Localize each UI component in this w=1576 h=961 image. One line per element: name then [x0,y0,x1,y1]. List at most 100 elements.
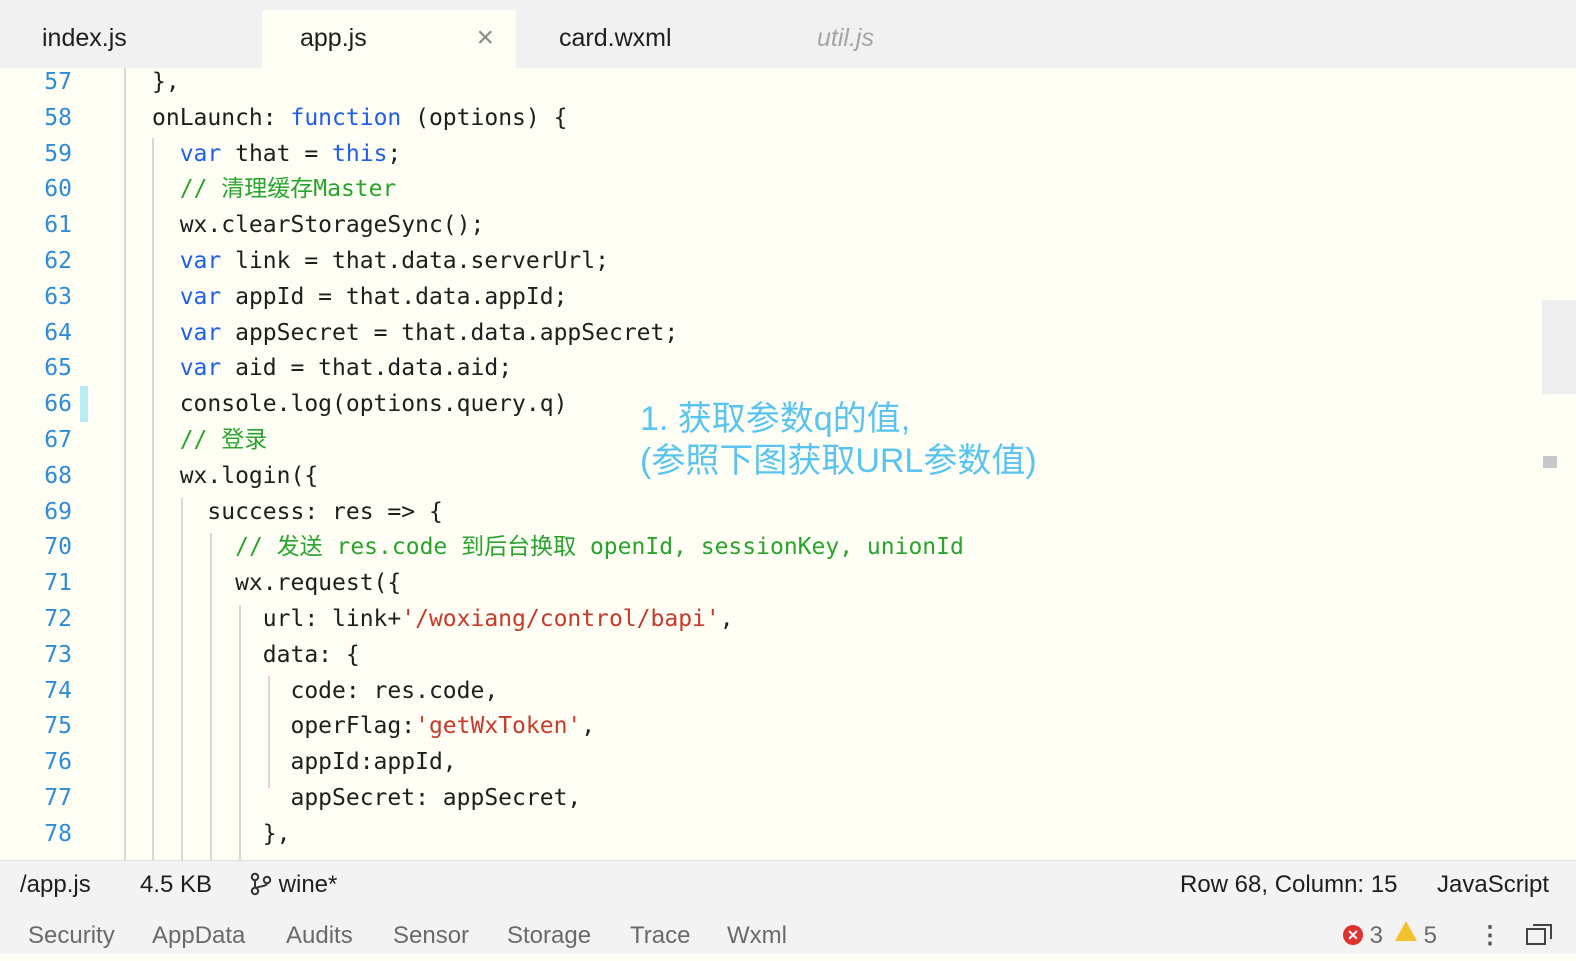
file-path[interactable]: /app.js [20,861,91,909]
code-line[interactable]: 76 appId:appId, [0,744,1540,780]
code-text: wx.login({ [152,458,318,494]
code-token: var [179,355,222,382]
line-number[interactable]: 59 [0,136,72,172]
code-line[interactable]: 58 onLaunch: function (options) { [0,100,1540,136]
error-count-value: 3 [1369,922,1384,949]
tab-util-js[interactable]: util.js [817,10,1017,68]
code-text: url: link+'/woxiang/control/bapi', [152,601,734,637]
cursor-position[interactable]: Row 68, Column: 15 [1180,861,1397,909]
line-number[interactable]: 61 [0,207,72,243]
code-token: aid = that.data.aid; [221,355,513,382]
code-line[interactable]: 70 // 发送 res.code 到后台换取 openId, sessionK… [0,529,1540,565]
line-number[interactable]: 62 [0,243,72,279]
line-number[interactable]: 72 [0,601,72,637]
line-number[interactable]: 64 [0,315,72,351]
code-text: code: res.code, [152,673,498,709]
code-text: }, [152,68,180,100]
line-number[interactable]: 77 [0,780,72,816]
code-line[interactable]: 73 data: { [0,637,1540,673]
line-number[interactable]: 58 [0,100,72,136]
code-token: ; [387,140,402,167]
tab-label: util.js [817,24,874,52]
annotation-line-2: (参照下图获取URL参数值) [640,442,1037,480]
code-token: }, [152,69,180,95]
code-text: appSecret: appSecret, [152,780,581,816]
code-token: url: link+ [152,606,402,632]
code-token: success: res => { [152,498,443,525]
code-token: // 清理缓存Master [179,176,397,203]
line-number[interactable]: 63 [0,279,72,315]
line-number[interactable]: 76 [0,744,72,780]
code-line[interactable]: 59 var that = this; [0,136,1540,172]
code-token: that = [221,140,333,167]
code-editor[interactable]: 57}, 58 onLaunch: function (options) {59 v… [0,68,1576,860]
annotation-line-1: 1. 获取参数q的值, [640,400,911,438]
code-token: console.log(options.query.q) [152,391,568,418]
tab-app-js[interactable]: app.js × [262,10,516,68]
code-line[interactable]: 72 url: link+'/woxiang/control/bapi', [0,601,1540,637]
language-mode[interactable]: JavaScript [1437,861,1549,909]
devtools-panel-tabs: Security AppData Audits Sensor Storage T… [0,911,1576,954]
code-token: data: { [152,641,360,668]
code-text: var appSecret = that.data.appSecret; [152,315,679,351]
code-token: var [179,283,222,310]
code-text: success: res => { [152,494,443,530]
code-token: , [581,713,596,740]
line-number[interactable]: 67 [0,422,72,458]
tab-index-js[interactable]: index.js [42,10,252,68]
line-number[interactable]: 70 [0,529,72,565]
code-text: onLaunch: function (options) { [152,100,567,136]
code-token: (options) { [401,104,568,131]
minimap-scroll-thumb[interactable] [1542,300,1576,394]
line-number[interactable]: 73 [0,637,72,673]
code-token: wx.clearStorageSync(); [152,212,485,239]
line-number[interactable]: 65 [0,350,72,386]
annotation-note: 1. 获取参数q的值, (参照下图获取URL参数值) [640,398,1037,482]
code-token: function [290,104,402,131]
code-text: wx.clearStorageSync(); [152,207,485,243]
code-line[interactable]: 74 code: res.code, [0,673,1540,709]
tab-label: app.js [300,24,367,52]
code-line[interactable]: 65 var aid = that.data.aid; [0,350,1540,386]
code-text: var that = this; [152,136,402,172]
code-line[interactable]: 62 var link = that.data.serverUrl; [0,243,1540,279]
line-number[interactable]: 60 [0,171,72,207]
code-text: // 清理缓存Master [152,171,397,207]
code-line[interactable]: 57}, [0,68,1540,100]
line-number[interactable]: 71 [0,565,72,601]
line-number[interactable]: 69 [0,494,72,530]
code-token: 'getWxToken' [415,713,582,740]
code-line[interactable]: 61 wx.clearStorageSync(); [0,207,1540,243]
code-token: this [332,140,388,167]
code-token: }, [152,820,291,847]
code-line[interactable]: 77 appSecret: appSecret, [0,780,1540,816]
code-line[interactable]: 60 // 清理缓存Master [0,171,1540,207]
status-bar: /app.js 4.5 KB wine* Row 68, Column: 15 … [0,860,1576,912]
tab-card-wxml[interactable]: card.wxml [559,10,789,68]
code-line[interactable]: 75 operFlag:'getWxToken', [0,708,1540,744]
code-line[interactable]: 69 success: res => { [0,494,1540,530]
line-number[interactable]: 57 [0,68,72,100]
line-number[interactable]: 74 [0,673,72,709]
code-line[interactable]: 71 wx.request({ [0,565,1540,601]
code-text: operFlag:'getWxToken', [152,708,595,744]
close-icon[interactable]: × [476,10,494,66]
code-line[interactable]: 64 var appSecret = that.data.appSecret; [0,315,1540,351]
code-text: var appId = that.data.appId; [152,279,568,315]
code-token: var [179,140,222,167]
code-line[interactable]: 78 }, [0,816,1540,852]
line-number[interactable]: 78 [0,816,72,852]
code-token: '/woxiang/control/bapi' [401,606,720,632]
code-text: appId:appId, [152,744,456,780]
line-number[interactable]: 66 [0,386,72,422]
line-number[interactable]: 68 [0,458,72,494]
code-token: wx.login({ [152,462,319,489]
file-size: 4.5 KB [140,871,213,898]
branch-indicator[interactable]: wine* [250,861,337,909]
code-line[interactable]: 63 var appId = that.data.appId; [0,279,1540,315]
line-number[interactable]: 75 [0,708,72,744]
